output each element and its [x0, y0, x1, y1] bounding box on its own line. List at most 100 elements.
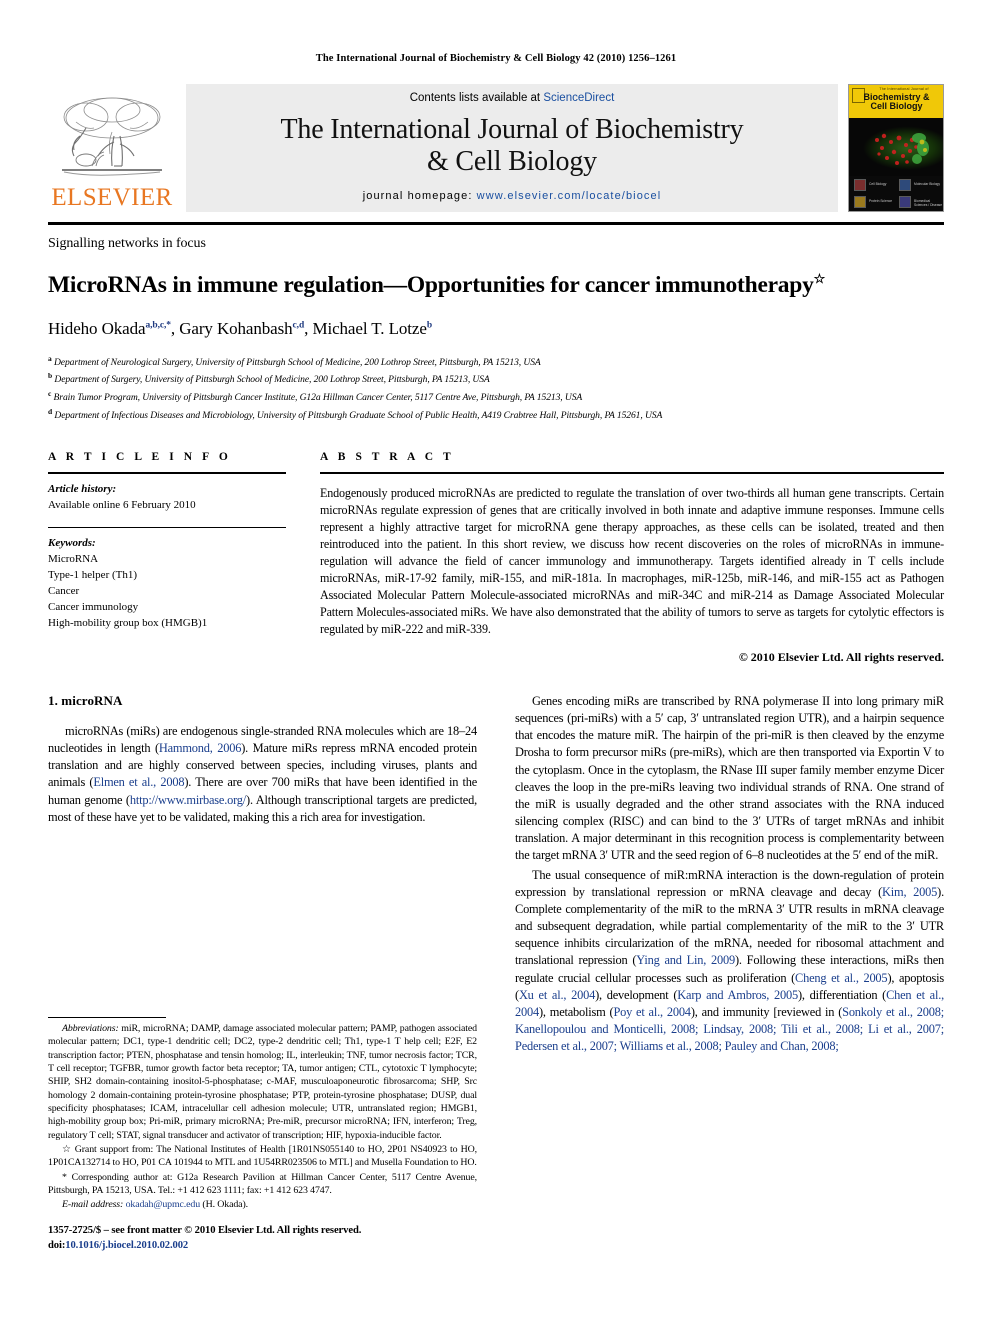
doi-line: doi:10.1016/j.biocel.2010.02.002 — [48, 1239, 477, 1253]
article-info-rule — [48, 472, 286, 475]
abstract-copyright: © 2010 Elsevier Ltd. All rights reserved… — [738, 649, 944, 664]
abbreviations-text: miR, microRNA; DAMP, damage associated m… — [48, 1023, 477, 1141]
para-text: ), metabolism ( — [538, 1004, 614, 1019]
keywords-rule — [48, 526, 286, 528]
citation-link[interactable]: Ying and Lin, 2009 — [636, 953, 735, 967]
abstract-text: Endogenously produced microRNAs are pred… — [320, 486, 944, 636]
affiliation-marker-b: b — [48, 371, 53, 381]
cover-icon-cell-biology — [854, 179, 866, 191]
para-text: ), development ( — [595, 987, 678, 1002]
author-list: Hideho Okadaa,b,c,*, Gary Kohanbashc,d, … — [48, 319, 944, 339]
keywords-block: Keywords: MicroRNA Type-1 helper (Th1) C… — [48, 535, 286, 632]
issn-copyright-block: 1357-2725/$ – see front matter © 2010 El… — [48, 1224, 477, 1252]
affiliation-row: d Department of Infectious Diseases and … — [48, 406, 944, 424]
footnote-corresponding-author: * Corresponding author at: G12a Research… — [48, 1171, 477, 1198]
elsevier-wordmark: ELSEVIER — [51, 184, 173, 211]
citation-link[interactable]: Kim, 2005 — [882, 885, 937, 899]
doi-link[interactable]: 10.1016/j.biocel.2010.02.002 — [65, 1240, 188, 1251]
footnote-email: E-mail address: okadah@upmc.edu (H. Okad… — [48, 1198, 477, 1211]
cover-icon-label-2: Protein Science — [869, 199, 893, 203]
article-info-box: A R T I C L E I N F O Article history: A… — [48, 451, 286, 664]
citation-link[interactable]: Poy et al., 2004 — [613, 1005, 691, 1019]
author-name-0[interactable]: Hideho Okada — [48, 319, 146, 338]
cover-header: The International Journal of Biochemistr… — [849, 85, 943, 118]
cover-cell-illustration — [875, 133, 929, 165]
footnote-grant-support: ☆ Grant support from: The National Insti… — [48, 1143, 477, 1170]
cover-subject-icons: Cell Biology Molecular Biology Protein S… — [849, 176, 943, 211]
homepage-url-link[interactable]: www.elsevier.com/locate/biocel — [477, 190, 662, 202]
running-head: The International Journal of Biochemistr… — [315, 53, 677, 64]
email-link[interactable]: okadah@upmc.edu — [126, 1199, 201, 1210]
author-sup-0: a,b,c,* — [145, 319, 171, 330]
journal-homepage-line: journal homepage: www.elsevier.com/locat… — [363, 190, 662, 202]
contents-available-line: Contents lists available at ScienceDirec… — [410, 92, 615, 104]
cover-icon-label-3: Biomedical Sciences / Disease — [914, 199, 943, 207]
email-suffix: (H. Okada). — [200, 1199, 248, 1211]
mirbase-url-link[interactable]: http://www.mirbase.org/ — [130, 793, 246, 807]
doi-label: doi: — [48, 1239, 66, 1251]
footnote-block: Abbreviations: miR, microRNA; DAMP, dama… — [48, 1017, 477, 1253]
homepage-label: journal homepage: — [362, 190, 473, 203]
issn-line: 1357-2725/$ – see front matter © 2010 El… — [48, 1225, 362, 1237]
citation-link[interactable]: Hammond, 2006 — [159, 741, 242, 755]
cover-micrograph-image — [849, 118, 943, 176]
affiliation-marker-d: d — [48, 406, 53, 416]
article-title-text: MicroRNAs in immune regulation—Opportuni… — [48, 271, 814, 298]
journal-title-line2: & Cell Biology — [427, 146, 597, 177]
section-heading-microrna: 1. microRNA — [48, 692, 123, 708]
footnote-divider — [48, 1017, 166, 1019]
para-text: ), and immunity [reviewed in ( — [690, 1004, 843, 1019]
affiliation-text-c: Brain Tumor Program, University of Pitts… — [53, 392, 583, 404]
article-history-label: Article history: — [48, 483, 117, 496]
contents-prefix: Contents lists available at — [409, 91, 544, 104]
corresponding-marker-icon: * — [62, 1171, 67, 1183]
info-abstract-grid: A R T I C L E I N F O Article history: A… — [48, 451, 944, 664]
article-history-block: Article history: Available online 6 Febr… — [48, 481, 286, 513]
cover-icon-biomedical — [899, 196, 911, 208]
elsevier-tree-icon — [62, 97, 162, 176]
elsevier-logo: ELSEVIER — [48, 84, 176, 212]
body-column-left: 1. microRNA microRNAs (miRs) are endogen… — [48, 693, 477, 1253]
keywords-label: Keywords: — [48, 536, 96, 549]
footnote-abbreviations: Abbreviations: miR, microRNA; DAMP, dama… — [48, 1022, 477, 1142]
body-columns: 1. microRNA microRNAs (miRs) are endogen… — [48, 693, 944, 1253]
affiliation-text-b: Department of Surgery, University of Pit… — [54, 374, 490, 386]
author-name-2[interactable]: Michael T. Lotze — [312, 319, 426, 338]
abstract-box: A B S T R A C T Endogenously produced mi… — [320, 451, 944, 664]
cover-icon-protein-science — [854, 196, 866, 208]
body-column-right: Genes encoding miRs are transcribed by R… — [515, 693, 944, 1253]
cover-icon-label-1: Molecular Biology — [914, 182, 941, 186]
citation-link[interactable]: Cheng et al., 2005 — [795, 971, 888, 985]
article-info-heading: A R T I C L E I N F O — [48, 451, 232, 464]
paper-page: The International Journal of Biochemistr… — [0, 0, 992, 1323]
sciencedirect-link[interactable]: ScienceDirect — [543, 92, 614, 104]
journal-masthead: ELSEVIER Contents lists available at Sci… — [48, 84, 944, 212]
journal-title-line1: The International Journal of Biochemistr… — [280, 113, 744, 145]
author-sup-2: b — [426, 319, 432, 330]
paragraph-right-1: Genes encoding miRs are transcribed by R… — [515, 693, 944, 863]
cover-kicker: The International Journal of — [879, 87, 929, 91]
grant-marker-icon: ☆ — [62, 1143, 72, 1155]
journal-cover-thumbnail: The International Journal of Biochemistr… — [848, 84, 944, 212]
keyword-item: MicroRNA — [48, 552, 99, 565]
email-label: E-mail address: — [62, 1199, 124, 1211]
para-text: The usual consequence of miR:mRNA intera… — [515, 867, 944, 899]
cover-title: Biochemistry & Cell Biology — [853, 92, 940, 112]
author-sep-0: , — [170, 318, 180, 338]
citation-link[interactable]: Xu et al., 2004 — [519, 988, 595, 1002]
citation-link[interactable]: Elmen et al., 2008 — [93, 775, 184, 789]
title-footnote-marker-icon: ☆ — [813, 271, 826, 286]
abstract-rule — [320, 472, 944, 475]
affiliation-list: a Department of Neurological Surgery, Un… — [48, 353, 944, 424]
citation-link[interactable]: Karp and Ambros, 2005 — [677, 988, 798, 1002]
masthead-divider — [48, 222, 944, 225]
article-history-value: Available online 6 February 2010 — [48, 499, 196, 512]
author-name-1[interactable]: Gary Kohanbash — [179, 319, 292, 338]
affiliation-row: b Department of Surgery, University of P… — [48, 370, 944, 388]
keyword-item: Cancer — [48, 584, 80, 597]
corresponding-text: Corresponding author at: G12a Research P… — [48, 1171, 477, 1196]
abstract-heading: A B S T R A C T — [320, 451, 455, 464]
affiliation-text-d: Department of Infectious Diseases and Mi… — [54, 409, 663, 421]
journal-band: Contents lists available at ScienceDirec… — [186, 84, 838, 212]
paragraph-right-2: The usual consequence of miR:mRNA intera… — [515, 867, 944, 1056]
